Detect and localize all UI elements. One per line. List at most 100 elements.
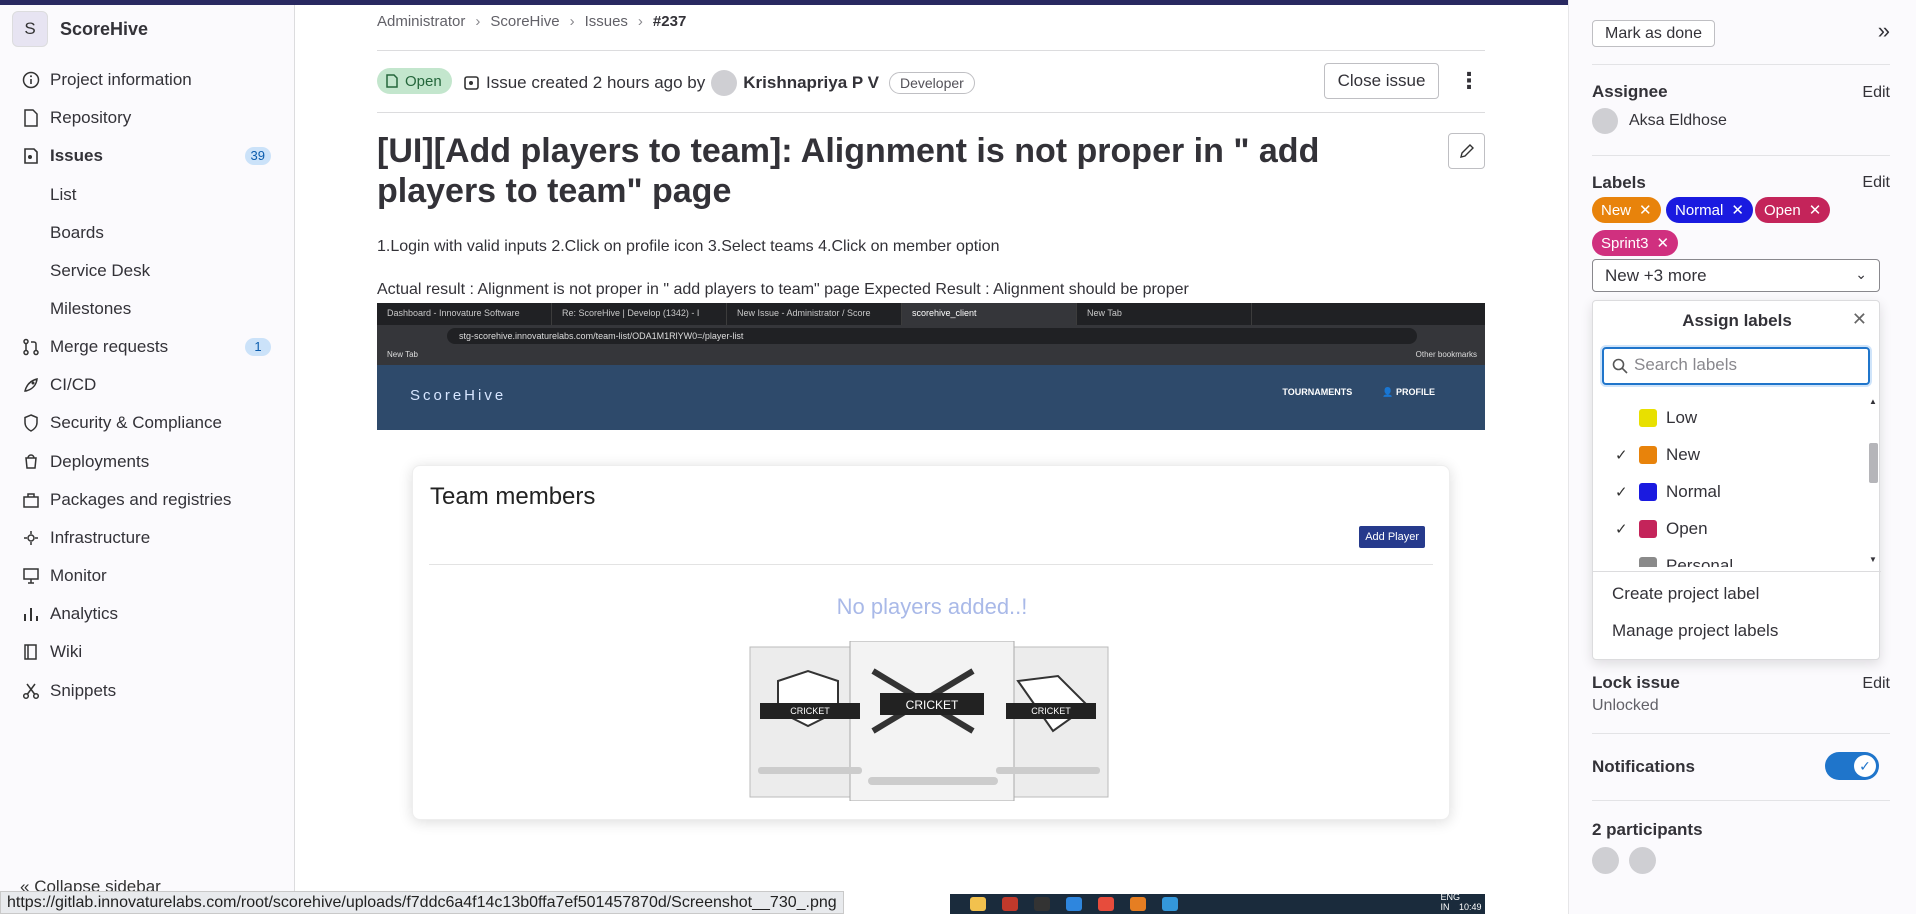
divider [1592, 155, 1890, 156]
edit-title-button[interactable] [1448, 133, 1485, 169]
merge-request-icon [21, 337, 41, 357]
label-option-normal[interactable]: ✓ Normal [1593, 475, 1865, 509]
label-color-swatch [1639, 520, 1657, 538]
search-icon [1612, 358, 1628, 374]
notifications-label: Notifications [1592, 757, 1695, 776]
scroll-down-icon: ▼ [1869, 555, 1877, 564]
assignee-edit-link[interactable]: Edit [1862, 84, 1890, 102]
label-pill-text: Sprint3 [1601, 234, 1649, 252]
create-project-label-link[interactable]: Create project label [1612, 584, 1759, 604]
folder-icon [970, 897, 986, 911]
sidebar-item-ci-cd[interactable]: CI/CD [0, 367, 295, 403]
search-labels-field [1602, 347, 1870, 385]
label-option-new[interactable]: ✓ New [1593, 438, 1865, 472]
issues-count-badge: 39 [244, 147, 271, 165]
participants-label: 2 participants [1592, 820, 1703, 839]
search-labels-input[interactable] [1634, 355, 1854, 375]
chevron-right-icon: › [569, 13, 575, 30]
team-members-card: Team members Add Player No players added… [412, 465, 1450, 820]
sidebar-item-service-desk[interactable]: Service Desk [0, 253, 295, 289]
empty-state-text: No players added..! [836, 594, 1028, 619]
sidebar-item-label: Analytics [50, 604, 119, 623]
sidebar-item-label: Security & Compliance [50, 413, 222, 432]
remove-label-icon[interactable]: ✕ [1657, 234, 1670, 252]
sidebar-item-boards[interactable]: Boards [0, 215, 295, 251]
browser-tab: New Issue - Administrator / Score [727, 303, 902, 325]
sidebar-item-label: Deployments [50, 452, 150, 471]
browser-tabs: Dashboard - Innovature Software Re: Scor… [377, 303, 1485, 325]
options-scrollbar[interactable]: ▲ ▼ [1867, 397, 1879, 567]
participant-avatar[interactable] [1592, 847, 1619, 874]
tray-language: ENG IN [1440, 892, 1460, 912]
divider [377, 50, 1485, 51]
check-icon: ✓ [1615, 484, 1628, 501]
assignee-avatar[interactable] [1592, 108, 1618, 134]
sidebar-item-deployments[interactable]: Deployments [0, 444, 295, 480]
manage-project-labels-link[interactable]: Manage project labels [1612, 621, 1778, 641]
app-icon [1130, 897, 1146, 911]
label-option-personal[interactable]: Personal [1593, 549, 1865, 567]
mark-as-done-button[interactable]: Mark as done [1592, 20, 1715, 47]
label-option-text: New [1666, 445, 1701, 464]
breadcrumb-administrator[interactable]: Administrator [377, 13, 465, 30]
cloud-gear-icon [21, 528, 41, 548]
label-color-swatch [1639, 557, 1657, 567]
author-name[interactable]: Krishnapriya P V [743, 73, 879, 93]
lock-edit-link[interactable]: Edit [1862, 675, 1890, 693]
sidebar-item-snippets[interactable]: Snippets [0, 673, 295, 709]
app-icon [1162, 897, 1178, 911]
label-option-open[interactable]: ✓ Open [1593, 512, 1865, 546]
sidebar-item-infrastructure[interactable]: Infrastructure [0, 520, 295, 556]
breadcrumb-issue-number[interactable]: #237 [653, 13, 686, 30]
label-option-low[interactable]: Low [1593, 401, 1865, 435]
sidebar-item-repository[interactable]: Repository [0, 100, 295, 136]
participant-avatar[interactable] [1629, 847, 1656, 874]
more-actions-icon[interactable]: ⋮ [1453, 63, 1485, 99]
sidebar-item-wiki[interactable]: Wiki [0, 634, 295, 670]
notifications-toggle[interactable]: ✓ [1825, 752, 1879, 780]
collapse-right-sidebar-icon[interactable]: » [1878, 18, 1890, 44]
issues-icon [21, 146, 41, 166]
sidebar-item-issues[interactable]: Issues 39 [0, 138, 295, 174]
sidebar-item-packages[interactable]: Packages and registries [0, 482, 295, 518]
close-icon[interactable]: ✕ [1852, 309, 1867, 330]
other-bookmarks: Other bookmarks [1415, 350, 1477, 359]
remove-label-icon[interactable]: ✕ [1639, 201, 1652, 219]
labels-edit-link[interactable]: Edit [1862, 174, 1890, 192]
breadcrumb: Administrator › ScoreHive › Issues › #23… [377, 13, 686, 30]
chevron-down-icon: ⌄ [1855, 266, 1867, 282]
sidebar-item-label: Wiki [50, 642, 83, 661]
sidebar-item-milestones[interactable]: Milestones [0, 291, 295, 327]
sidebar-item-label: Infrastructure [50, 528, 151, 547]
label-option-text: Personal [1666, 556, 1734, 567]
project-name[interactable]: ScoreHive [60, 19, 148, 40]
assign-labels-panel: Assign labels ✕ Low ✓ New ✓ Normal ✓ [1592, 300, 1881, 660]
assignee-name[interactable]: Aksa Eldhose [1629, 112, 1727, 130]
sidebar-item-list[interactable]: List [0, 177, 295, 213]
author-avatar[interactable] [711, 70, 738, 96]
remove-label-icon[interactable]: ✕ [1809, 201, 1822, 219]
chevron-right-icon: › [637, 13, 643, 30]
labels-dropdown-value: New +3 more [1605, 266, 1707, 285]
check-icon: ✓ [1854, 755, 1876, 777]
label-pill-text: Open [1764, 201, 1801, 219]
shield-icon [21, 413, 41, 433]
project-header[interactable]: S ScoreHive [12, 11, 148, 47]
scrollbar-thumb[interactable] [1869, 443, 1878, 483]
sidebar-item-monitor[interactable]: Monitor [0, 558, 295, 594]
breadcrumb-scorehive[interactable]: ScoreHive [490, 13, 559, 30]
sidebar-item-analytics[interactable]: Analytics [0, 596, 295, 632]
sidebar-item-project-information[interactable]: Project information [0, 62, 295, 98]
close-issue-button[interactable]: Close issue [1324, 63, 1439, 99]
breadcrumb-issues[interactable]: Issues [585, 13, 628, 30]
browser-address-bar: stg-scorehive.innovaturelabs.com/team-li… [377, 325, 1485, 347]
remove-label-icon[interactable]: ✕ [1731, 201, 1744, 219]
labels-dropdown[interactable]: New +3 more ⌄ [1592, 259, 1880, 292]
rocket-icon [21, 375, 41, 395]
sidebar-item-label: Project information [50, 70, 192, 89]
label-pill-normal: Normal ✕ [1666, 197, 1753, 223]
sidebar-item-merge-requests[interactable]: Merge requests 1 [0, 329, 295, 365]
divider [1592, 800, 1890, 801]
attached-screenshot[interactable]: Dashboard - Innovature Software Re: Scor… [377, 303, 1485, 430]
sidebar-item-security[interactable]: Security & Compliance [0, 405, 295, 441]
